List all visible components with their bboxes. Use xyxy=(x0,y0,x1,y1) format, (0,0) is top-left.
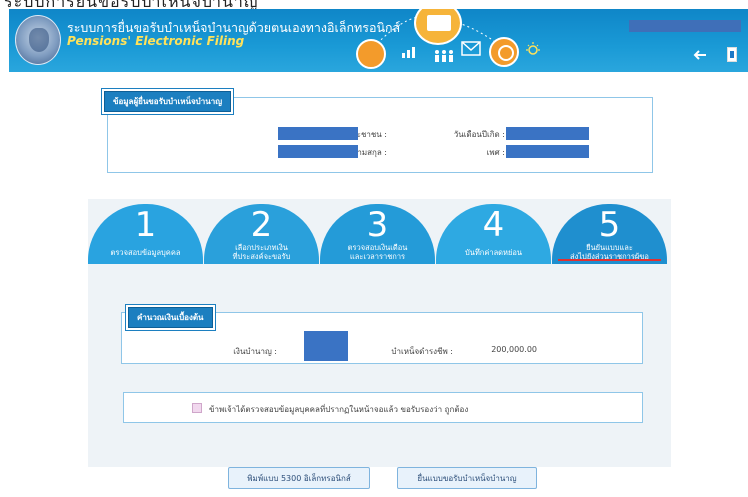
step-3-label-line1: ตรวจสอบเงินเดือน xyxy=(347,243,408,252)
step-1-number: 1 xyxy=(134,205,157,245)
step-1-label: ตรวจสอบข้อมูลบุคคล xyxy=(110,248,181,257)
applicant-info-panel: ข้อมูลผู้ยื่นขอรับบำเหน็จบำนาญ เลขบัตรปร… xyxy=(104,91,653,173)
lightbulb-icon xyxy=(526,42,540,55)
step-3-tab[interactable]: 3 ตรวจสอบเงินเดือน และเวลาราชการ xyxy=(320,204,435,264)
step-2-tab[interactable]: 2 เลือกประเภทเงิน ที่ประสงค์จะขอรับ xyxy=(204,204,319,264)
step-2-number: 2 xyxy=(250,205,273,245)
hand-touch-icon xyxy=(356,39,386,69)
step-1-tab[interactable]: 1 ตรวจสอบข้อมูลบุคคล xyxy=(88,204,203,264)
name-value-redacted xyxy=(278,145,358,158)
step-5-label-line1: ยืนยันแบบและ xyxy=(586,243,633,252)
government-seal-logo xyxy=(15,15,61,65)
step-2-label-line1: เลือกประเภทเงิน xyxy=(235,243,288,252)
lump-sum-value: 200,000.00 xyxy=(491,345,537,354)
manual-book-icon[interactable] xyxy=(727,47,737,62)
calculation-panel: คำนวณเงินเบื้องต้น เงินบำนาญ : บำเหน็จดำ… xyxy=(121,307,643,364)
app-header: ระบบการยื่นขอรับบำเหน็จบำนาญด้วยตนเองทาง… xyxy=(9,9,748,72)
envelope-icon xyxy=(461,41,481,56)
calculation-panel-title: คำนวณเงินเบื้องต้น xyxy=(128,307,213,328)
step-3-number: 3 xyxy=(366,205,389,245)
step-2-label-line2: ที่ประสงค์จะขอรับ xyxy=(232,252,291,261)
applicant-panel-title: ข้อมูลผู้ยื่นขอรับบำเหน็จบำนาญ xyxy=(104,91,232,112)
user-name-redacted xyxy=(629,20,741,32)
consent-panel: ข้าพเจ้าได้ตรวจสอบข้อมูลบุคคลที่ปรากฏในห… xyxy=(123,392,643,423)
birth-date-label: วันเดือนปีเกิด : xyxy=(453,130,505,139)
header-title-english: Pensions' Electronic Filing xyxy=(67,34,245,48)
page-caption-strip: ระบบการยื่นขอรับบำเหน็จบำนาญ xyxy=(0,0,748,9)
step-4-label: บันทึกค่าลดหย่อน xyxy=(464,248,523,257)
chart-icon xyxy=(402,47,415,58)
print-form-5300-button[interactable]: พิมพ์แบบ 5300 อิเล็กทรอนิกส์ xyxy=(228,467,370,489)
people-icon xyxy=(435,50,453,62)
pension-value-redacted xyxy=(304,331,348,361)
consent-checkbox[interactable] xyxy=(192,403,202,413)
gender-value-redacted xyxy=(506,145,589,158)
page-caption: ระบบการยื่นขอรับบำเหน็จบำนาญ xyxy=(4,0,259,9)
active-step-underline xyxy=(558,259,661,261)
step-5-tab-active[interactable]: 5 ยืนยันแบบและ ส่งไปยังส่วนราชการผู้ขอ xyxy=(552,204,667,264)
step-4-tab[interactable]: 4 บันทึกค่าลดหย่อน xyxy=(436,204,551,264)
magnifier-icon xyxy=(489,37,519,67)
birth-date-value-redacted xyxy=(506,127,589,140)
step-5-number: 5 xyxy=(598,205,621,245)
back-arrow-icon[interactable] xyxy=(693,49,707,61)
step-3-label-line2: และเวลาราชการ xyxy=(349,252,406,261)
pension-label: เงินบำนาญ : xyxy=(233,347,277,356)
gender-label: เพศ : xyxy=(486,148,505,157)
step-4-number: 4 xyxy=(482,205,505,245)
lump-sum-label: บำเหน็จดำรงชีพ : xyxy=(391,347,453,356)
submit-pension-request-button[interactable]: ยื่นแบบขอรับบำเหน็จบำนาญ xyxy=(397,467,537,489)
consent-text: ข้าพเจ้าได้ตรวจสอบข้อมูลบุคคลที่ปรากฏในห… xyxy=(209,405,469,414)
citizen-id-value-redacted xyxy=(278,127,358,140)
